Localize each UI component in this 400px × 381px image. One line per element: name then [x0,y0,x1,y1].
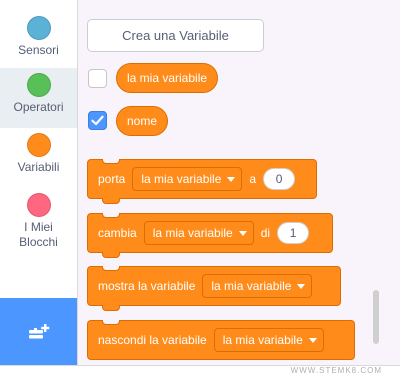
dropdown-caret-icon [308,337,317,343]
block-tab [102,198,120,204]
value-input[interactable]: 0 [263,168,296,190]
block-notch [102,213,120,218]
category-i-miei-blocchi[interactable]: I Miei Blocchi [0,188,77,258]
block-text: nascondi la variabile [98,333,207,347]
dropdown-value: la mia variabile [211,279,292,293]
block-palette: Crea una Variabile la mia variabile nome… [78,0,400,365]
variable-checkbox[interactable] [88,111,107,130]
block-text: a [249,172,257,186]
my-blocks-category-icon [26,193,51,217]
variable-dropdown[interactable]: la mia variabile [143,221,254,245]
sensing-category-icon [26,16,51,40]
category-sidebar: Sensori Operatori Variabili I Miei Blocc… [0,0,78,365]
value-input[interactable]: 1 [277,222,310,244]
set-variable-block[interactable]: porta la mia variabile a 0 [87,159,317,204]
category-variabili[interactable]: Variabili [0,128,77,188]
category-label: Operatori [13,100,64,114]
category-sensori[interactable]: Sensori [0,11,77,71]
category-label: Variabili [17,160,60,174]
variable-dropdown[interactable]: la mia variabile [132,167,243,191]
variable-checkbox[interactable] [88,69,107,88]
category-label: Sensori [18,43,59,57]
dropdown-caret-icon [227,176,236,182]
category-label: I Miei Blocchi [19,220,58,249]
variables-category-icon [26,133,51,157]
show-variable-block[interactable]: mostra la variabile la mia variabile [87,266,341,311]
add-extension-button[interactable] [0,298,77,365]
block-notch [102,320,120,325]
dropdown-value: la mia variabile [141,172,222,186]
variable-reporter-nome[interactable]: nome [116,106,169,136]
block-text: porta [98,172,126,186]
add-extension-icon [28,323,49,338]
watermark: WWW.STEMK8.COM [290,366,382,375]
block-notch [102,266,120,271]
block-notch [102,159,120,164]
block-tab [102,252,120,258]
dropdown-value: la mia variabile [152,226,233,240]
hide-variable-block[interactable]: nascondi la variabile la mia variabile [87,320,355,360]
dropdown-caret-icon [238,230,247,236]
change-variable-block[interactable]: cambia la mia variabile di 1 [87,213,333,258]
operators-category-icon [26,73,51,97]
block-text: di [260,226,271,240]
block-tab [102,305,120,311]
category-operatori[interactable]: Operatori [0,68,77,128]
block-text: cambia [98,226,137,240]
variable-reporter-la-mia-variabile[interactable]: la mia variabile [116,63,219,93]
palette-scrollbar[interactable] [373,290,379,344]
dropdown-caret-icon [297,283,306,289]
block-text: mostra la variabile [98,279,196,293]
variable-dropdown[interactable]: la mia variabile [213,328,324,352]
dropdown-value: la mia variabile [222,333,303,347]
variable-dropdown[interactable]: la mia variabile [202,274,313,298]
make-variable-button[interactable]: Crea una Variabile [87,19,264,52]
checkmark-icon [91,115,104,126]
